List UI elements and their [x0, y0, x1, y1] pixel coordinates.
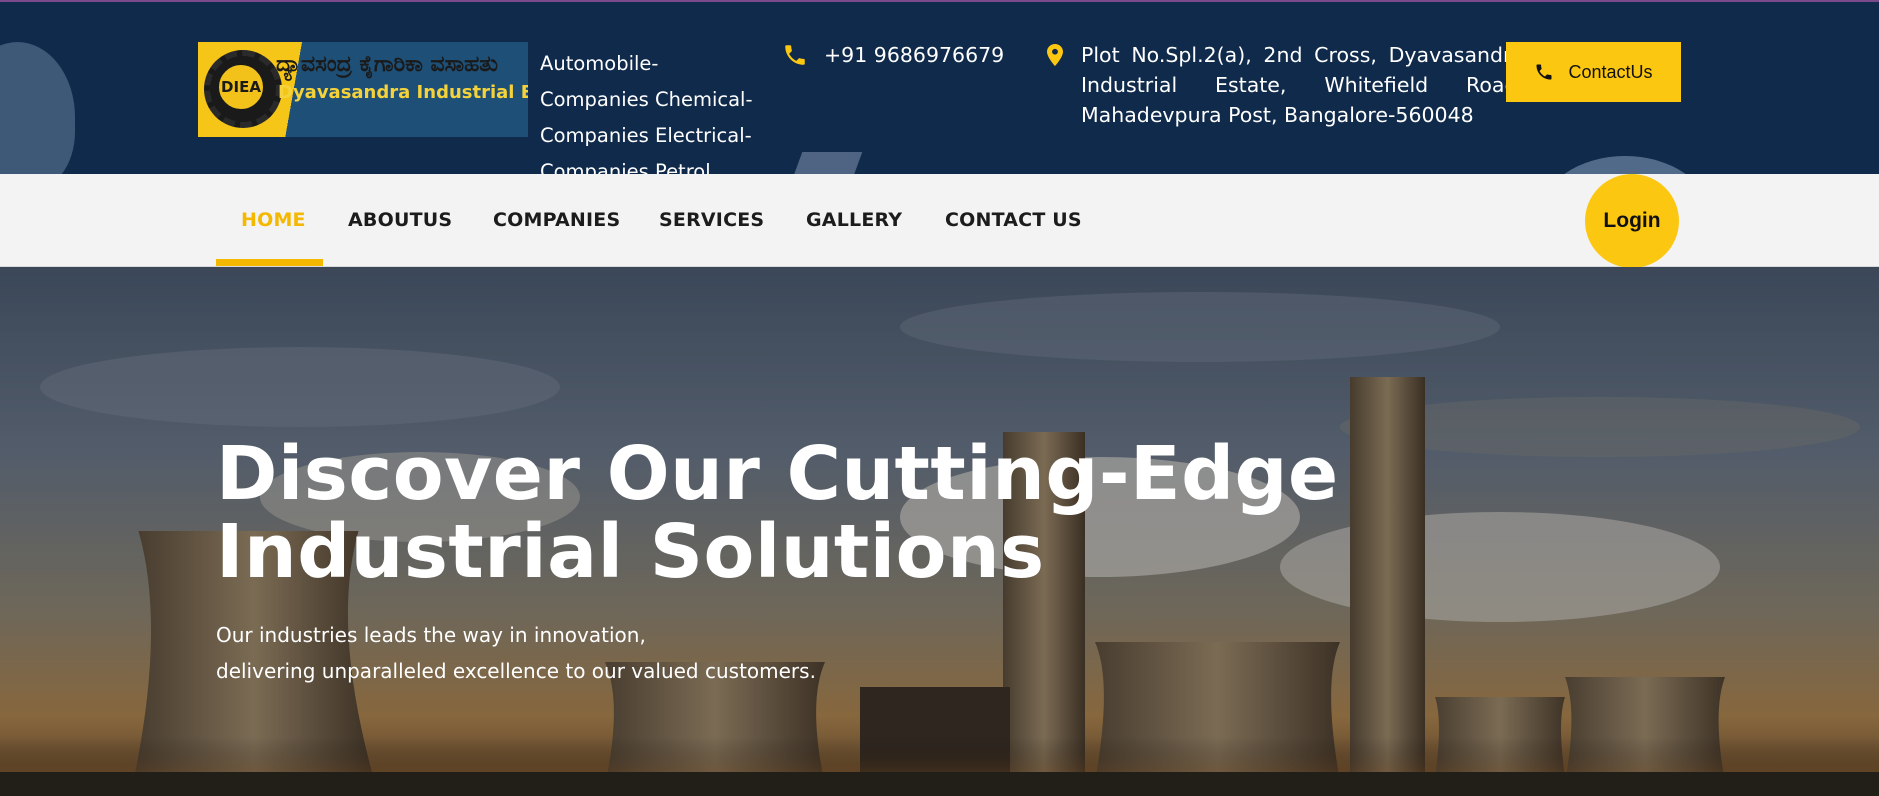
category-line: Companies Petrol [540, 160, 711, 174]
nav-item-aboutus[interactable]: ABOUTUS [348, 174, 452, 266]
active-nav-indicator [216, 259, 323, 266]
contact-us-label: ContactUs [1568, 61, 1653, 82]
hero-banner: Discover Our Cutting-Edge Industrial Sol… [0, 267, 1879, 796]
hero-subtitle-line: delivering unparalleled excellence to ou… [216, 659, 816, 683]
nav-item-home[interactable]: HOME [241, 174, 306, 266]
hero-subtitle-line: Our industries leads the way in innovati… [216, 623, 646, 647]
hero-title-line: Discover Our Cutting-Edge [216, 431, 1339, 517]
category-line: Automobile- [540, 52, 659, 75]
hero-title: Discover Our Cutting-Edge Industrial Sol… [216, 435, 1339, 591]
map-pin-icon [1047, 44, 1063, 66]
login-button[interactable]: Login [1585, 174, 1679, 268]
phone-number: +91 9686976679 [824, 43, 1005, 67]
phone-icon [1536, 64, 1552, 80]
contact-us-button[interactable]: ContactUs [1506, 42, 1681, 102]
logo-english-text: Dyavasandra Industrial Estate [278, 82, 528, 103]
company-categories: Automobile- Companies Chemical- Companie… [540, 46, 780, 174]
logo-initials: DIEA [216, 62, 266, 112]
decorative-shape [0, 42, 75, 174]
address-text: Plot No.Spl.2(a), 2nd Cross, Dyavasandra… [1081, 43, 1524, 127]
decorative-shape [1540, 156, 1710, 174]
category-line: Companies Chemical- [540, 88, 753, 111]
nav-item-contact-us[interactable]: CONTACT US [945, 174, 1082, 266]
nav-item-gallery[interactable]: GALLERY [806, 174, 902, 266]
logo-kannada-text: ದ್ಯಾವಸಂದ್ರ ಕೈಗಾರಿಕಾ ವಸಾಹತು [276, 52, 498, 77]
phone-contact[interactable]: +91 9686976679 [782, 42, 1004, 68]
hero-subtitle: Our industries leads the way in innovati… [216, 617, 816, 689]
phone-icon [785, 45, 805, 65]
hero-title-line: Industrial Solutions [216, 509, 1045, 595]
top-header: DIEA ದ್ಯಾವಸಂದ್ರ ಕೈಗಾರಿಕಾ ವಸಾಹತು Dyavasan… [0, 0, 1879, 174]
site-logo[interactable]: DIEA ದ್ಯಾವಸಂದ್ರ ಕೈಗಾರಿಕಾ ವಸಾಹತು Dyavasan… [198, 42, 528, 137]
nav-item-companies[interactable]: COMPANIES [493, 174, 620, 266]
decorative-shape [787, 152, 863, 174]
nav-item-services[interactable]: SERVICES [659, 174, 764, 266]
category-line: Companies Electrical- [540, 124, 752, 147]
address-block: Plot No.Spl.2(a), 2nd Cross, Dyavasandra… [1047, 40, 1524, 130]
